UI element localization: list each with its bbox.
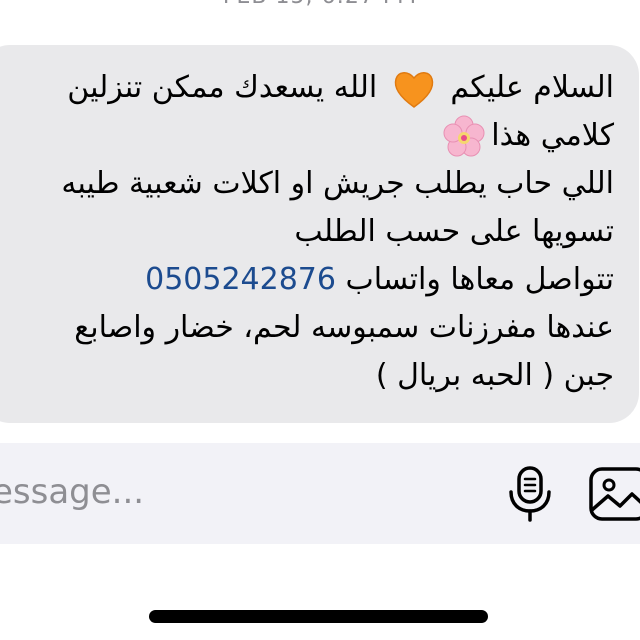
message-line-7: جبن ( الحبه بريال ) (375, 358, 614, 393)
line-1-tail: الله يسعدك ممكن تنزلين (67, 70, 378, 105)
messages-screen: FEB 15, 6:27 PM السلام عليكم الله يسعدك … (0, 0, 640, 640)
line-5-text: تتواصل معاها واتساب (345, 262, 614, 297)
message-line-1: السلام عليكم الله يسعدك ممكن تنزلين (0, 64, 614, 112)
message-line-2: كلامي هذا (0, 112, 614, 160)
microphone-icon[interactable] (506, 466, 554, 522)
home-indicator[interactable] (149, 610, 488, 623)
message-line-6: عندها مفرزنات سمبوسه لحم، خضار واصابع (74, 310, 614, 345)
line-2-text: كلامي هذا (491, 118, 614, 153)
line-1-text: السلام عليكم (450, 70, 614, 105)
orange-heart-icon (391, 66, 437, 112)
message-input[interactable]: essage... (0, 472, 144, 512)
message-line-4: تسويها على حسب الطلب (294, 214, 614, 249)
cherry-blossom-icon (441, 114, 487, 160)
message-line-3: اللي حاب يطلب جريش او اكلات شعبية طيبه (61, 166, 614, 201)
phone-number-link[interactable]: 0505242876 (145, 262, 336, 297)
message-line-5: تتواصل معاها واتساب 0505242876 (0, 256, 614, 304)
message-text: السلام عليكم الله يسعدك ممكن تنزلين كلام… (0, 64, 614, 400)
message-timestamp: FEB 15, 6:27 PM (0, 0, 640, 9)
photo-library-icon[interactable] (588, 466, 640, 522)
